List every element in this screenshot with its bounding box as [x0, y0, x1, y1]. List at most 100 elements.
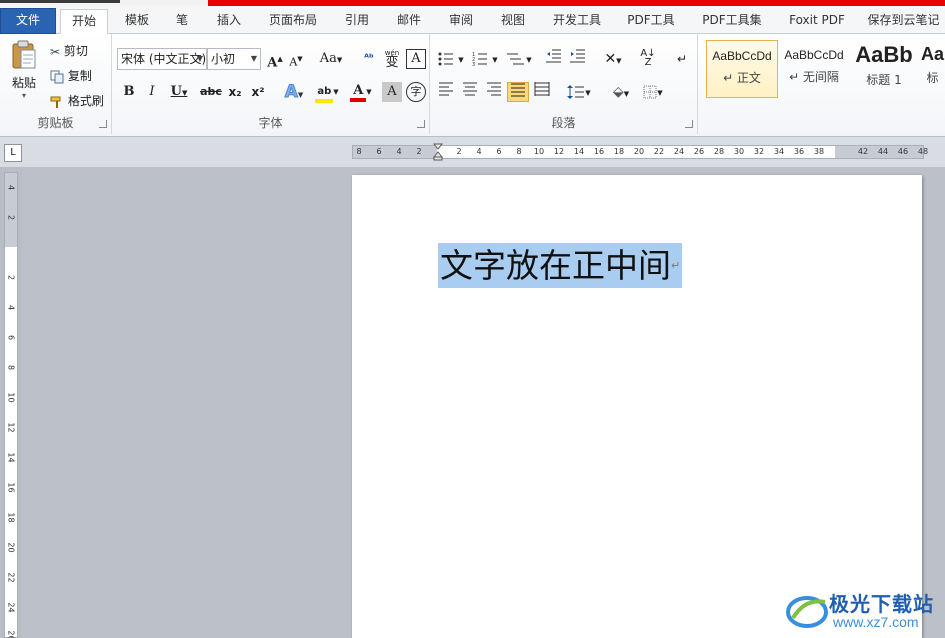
italic-label: I — [149, 84, 155, 99]
underline-button[interactable]: U▼ — [165, 82, 193, 102]
chinese-layout-button[interactable]: ✕▼ — [598, 49, 628, 69]
character-border-button[interactable]: A — [406, 49, 426, 69]
tab-selector[interactable]: L — [4, 144, 22, 162]
italic-button[interactable]: I — [142, 82, 162, 102]
copy-button[interactable]: 复制 — [50, 67, 92, 84]
align-left-button[interactable] — [436, 82, 456, 102]
numbering-button[interactable]: 1 2 3 ▼ — [470, 49, 500, 69]
vertical-ruler[interactable]: 4 2 2 4 6 8 10 12 14 16 18 20 22 24 26 — [4, 172, 18, 638]
line-spacing-button[interactable]: ▼ — [564, 82, 594, 102]
ruler-tick-label: 28 — [713, 147, 725, 156]
vertical-ruler-tick-label: 2 — [6, 214, 16, 221]
bold-button[interactable]: B — [119, 82, 139, 102]
format-painter-button[interactable]: 格式刷 — [50, 92, 104, 109]
tab-foxit-pdf[interactable]: Foxit PDF — [782, 9, 852, 34]
clear-format-button[interactable]: ᴬᵇ — [359, 49, 379, 69]
bullets-button[interactable]: ▼ — [436, 49, 466, 69]
horizontal-ruler[interactable]: 8 6 4 2 2 4 6 8 10 12 14 16 18 20 22 24 26 28 30 32 34 36 38 42… — [352, 143, 928, 161]
tab-pdf-toolset[interactable]: PDF工具集 — [694, 9, 770, 34]
paste-button[interactable]: 粘贴 ▾ — [6, 40, 42, 110]
grow-font-label: A — [267, 55, 278, 71]
subscript-button[interactable]: x₂ — [225, 82, 245, 102]
font-name-combo[interactable]: 宋体 (中文正文) ▼ — [117, 48, 207, 70]
ruler-margin-left — [353, 146, 437, 158]
vertical-ruler-tick-label: 16 — [6, 482, 16, 493]
ribbon-tab-bar: 文件 开始 模板 笔 插入 页面布局 引用 邮件 审阅 视图 开发工具 PDF工… — [0, 6, 945, 35]
align-right-button[interactable] — [484, 82, 504, 102]
character-border-label: A — [411, 51, 421, 66]
tab-pen[interactable]: 笔 — [168, 9, 196, 34]
align-center-button[interactable] — [460, 82, 480, 102]
multilevel-list-button[interactable]: ▼ — [504, 49, 534, 69]
shrink-font-button[interactable]: A▼ — [286, 49, 306, 69]
tab-template[interactable]: 模板 — [116, 9, 158, 34]
shading-button[interactable]: ⬙▼ — [606, 82, 636, 102]
grow-font-button[interactable]: A▲ — [265, 49, 285, 71]
style-normal[interactable]: AaBbCcDd ↵ 正文 — [706, 40, 778, 98]
vertical-ruler-tick-label: 6 — [6, 334, 16, 341]
ruler-tick-label: 6 — [376, 147, 382, 156]
tab-developer[interactable]: 开发工具 — [544, 9, 610, 34]
strikethrough-button[interactable]: abc — [200, 82, 222, 102]
character-shading-button[interactable]: A — [382, 82, 402, 102]
change-case-button[interactable]: Aa▼ — [316, 49, 346, 69]
quick-access-strip — [0, 0, 120, 3]
vertical-ruler-tick-label: 26 — [6, 630, 16, 638]
style-heading-2[interactable]: Aa 标 — [920, 40, 945, 98]
tab-view[interactable]: 视图 — [492, 9, 534, 34]
enclose-characters-button[interactable]: 字 — [406, 82, 426, 102]
highlight-button[interactable]: ab ▼ — [311, 81, 343, 103]
font-size-value: 小初 — [211, 52, 236, 66]
cut-button[interactable]: ✂ 剪切 — [50, 42, 88, 59]
tab-references[interactable]: 引用 — [336, 9, 378, 34]
tab-review[interactable]: 审阅 — [440, 9, 482, 34]
distributed-icon — [534, 82, 550, 96]
align-center-icon — [463, 82, 477, 96]
vertical-ruler-tick-label: 2 — [6, 274, 16, 281]
show-marks-button[interactable]: ↵ — [672, 49, 692, 69]
paragraph-dialog-launcher[interactable] — [685, 120, 693, 128]
cut-label: 剪切 — [63, 44, 88, 58]
tab-home[interactable]: 开始 — [60, 9, 108, 35]
font-size-combo[interactable]: 小初 ▼ — [207, 48, 261, 70]
font-dialog-launcher[interactable] — [417, 120, 425, 128]
style-no-spacing[interactable]: AaBbCcDd ↵ 无间隔 — [778, 40, 850, 98]
clipboard-dialog-launcher[interactable] — [99, 120, 107, 128]
vertical-ruler-tick-label: 4 — [6, 184, 16, 191]
tab-insert[interactable]: 插入 — [208, 9, 250, 34]
paste-dropdown-arrow[interactable]: ▾ — [6, 91, 42, 100]
document-page[interactable]: 文字放在正中间↵ — [352, 175, 922, 638]
distributed-button[interactable] — [532, 82, 552, 102]
phonetic-guide-button[interactable]: wén 变 — [382, 48, 402, 70]
borders-icon — [643, 85, 657, 98]
vertical-ruler-tick-label: 4 — [6, 304, 16, 311]
decrease-indent-button[interactable] — [544, 49, 564, 69]
justify-button[interactable] — [507, 82, 529, 102]
line-spacing-icon — [567, 84, 585, 99]
enclose-characters-label: 字 — [410, 85, 422, 98]
style-heading-1[interactable]: AaBb 标题 1 — [850, 40, 918, 98]
ruler-tick-label: 42 — [857, 147, 869, 156]
tab-mailings[interactable]: 邮件 — [388, 9, 430, 34]
chevron-down-icon: ▼ — [196, 54, 204, 63]
tab-pdf-tools[interactable]: PDF工具 — [620, 9, 682, 34]
borders-button[interactable]: ▼ — [638, 82, 668, 102]
selected-text[interactable]: 文字放在正中间↵ — [438, 243, 683, 288]
scissors-icon: ✂ — [50, 44, 61, 59]
superscript-button[interactable]: x² — [248, 82, 268, 102]
tab-file[interactable]: 文件 — [0, 8, 56, 34]
phonetic-guide-icon: wén 变 — [384, 49, 400, 70]
indent-marker[interactable] — [433, 143, 443, 161]
font-color-label: A — [350, 83, 367, 102]
font-color-button[interactable]: A ▼ — [346, 81, 376, 102]
numbering-icon: 123 — [472, 52, 488, 68]
tab-cloud-note[interactable]: 保存到云笔记 — [862, 9, 945, 34]
ruler-tick-label: 18 — [613, 147, 625, 156]
ruler-tick-label: 38 — [813, 147, 825, 156]
sort-button[interactable]: A↓ Z — [638, 49, 658, 69]
tab-page-layout[interactable]: 页面布局 — [262, 9, 324, 34]
document-text[interactable]: 文字放在正中间 — [440, 246, 671, 285]
increase-indent-button[interactable] — [568, 49, 588, 69]
text-effect-button[interactable]: A▼ — [279, 82, 309, 103]
style-no-spacing-name: ↵ 无间隔 — [789, 70, 839, 84]
